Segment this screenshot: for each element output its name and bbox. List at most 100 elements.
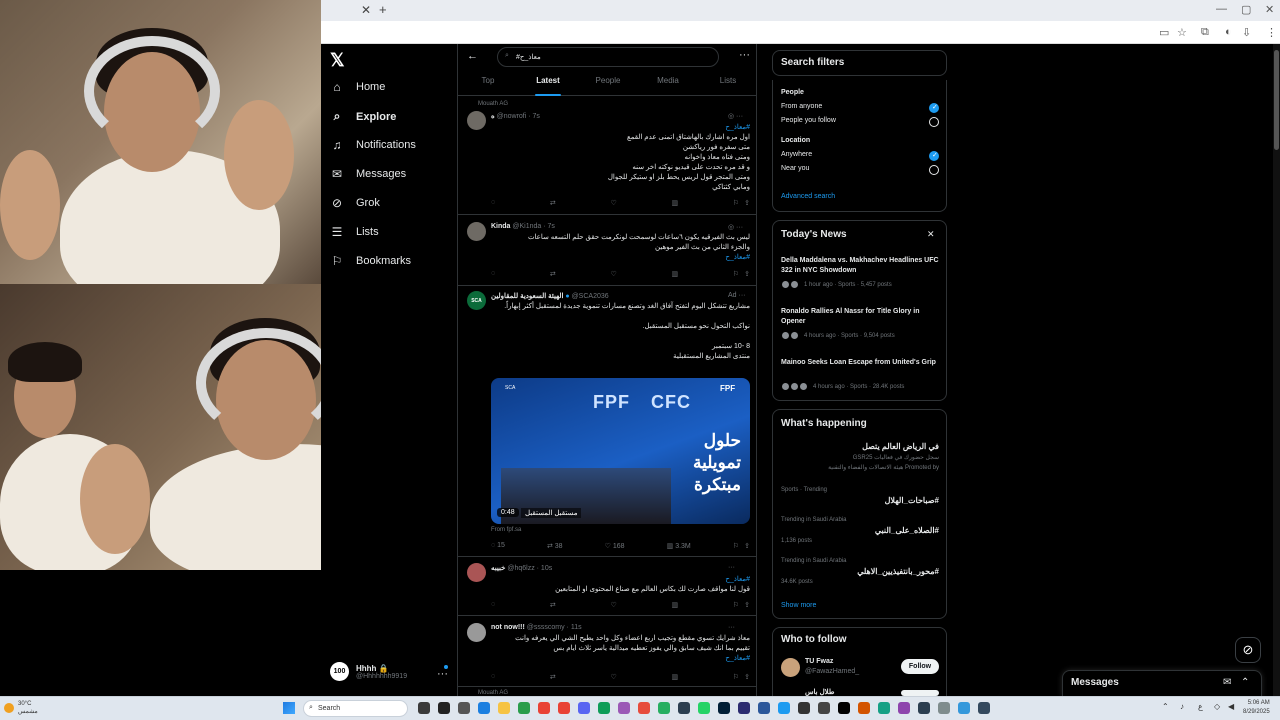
sidebar-item-home[interactable]: ⌂ Home xyxy=(330,80,385,94)
filter-near-you[interactable]: Near you xyxy=(781,165,809,172)
repost-icon[interactable]: ⇄ xyxy=(550,673,556,681)
repost-icon[interactable]: ⇄ xyxy=(550,601,556,609)
app-icon[interactable] xyxy=(978,702,990,714)
app-icon[interactable] xyxy=(918,702,930,714)
clock[interactable]: 5:06 AM 8/29/2025 xyxy=(1243,699,1270,717)
radio-near-you[interactable] xyxy=(929,165,939,175)
radio-people-you-follow[interactable] xyxy=(929,117,939,127)
video-media[interactable]: SCA FPF CFC FPF حلول تمويلية مبتكرة 0:48… xyxy=(491,378,750,524)
start-button[interactable] xyxy=(283,702,295,714)
bookmark-icon[interactable]: ⚐ xyxy=(733,270,739,278)
tweet-author[interactable]: Kinda @Ki1nda · 7s xyxy=(491,223,555,230)
news-item-title[interactable]: Ronaldo Rallies Al Nassr for Title Glory… xyxy=(781,307,941,327)
tweet-author[interactable]: not now!!! @sssscomy · 11s xyxy=(491,624,582,631)
avatar[interactable] xyxy=(781,658,800,677)
filter-anywhere[interactable]: Anywhere xyxy=(781,151,812,158)
repost-button[interactable]: ⇄ 38 xyxy=(547,542,563,550)
follow-name[interactable]: TU Fwaz xyxy=(805,658,833,665)
edge-icon[interactable] xyxy=(478,702,490,714)
views-button[interactable]: ▥ 3.3M xyxy=(667,542,691,550)
reply-button[interactable]: ◌ 15 xyxy=(491,542,505,550)
sidebar-item-lists[interactable]: ☰ Lists xyxy=(330,225,379,239)
bookmark-icon[interactable]: ⚐ xyxy=(733,542,739,550)
radio-anywhere[interactable] xyxy=(929,151,939,161)
terminal-icon[interactable] xyxy=(438,702,450,714)
tweet-author[interactable]: خبيبه @hq6lzz · 10s xyxy=(491,564,552,572)
folder-icon[interactable] xyxy=(498,702,510,714)
more-icon[interactable]: ◎ ··· xyxy=(728,223,743,231)
taskbar-search[interactable]: ⌕ Search xyxy=(303,700,408,717)
tab-top[interactable]: Top xyxy=(458,76,518,96)
download-icon[interactable]: ⇩ xyxy=(1242,26,1251,39)
window-close-icon[interactable]: ✕ xyxy=(1265,3,1274,16)
app-icon[interactable] xyxy=(858,702,870,714)
weather-widget[interactable]: 30°C مشمس xyxy=(4,700,38,716)
like-button[interactable]: ♡ 168 xyxy=(605,542,625,550)
files-icon[interactable] xyxy=(458,702,470,714)
whatsapp-icon[interactable] xyxy=(698,702,710,714)
close-icon[interactable]: ✕ xyxy=(927,229,935,240)
volume-icon[interactable]: ◀ xyxy=(1228,702,1234,711)
star-icon[interactable]: ☆ xyxy=(1177,26,1187,39)
tweet[interactable]: خبيبه @hq6lzz · 10s ··· #معاذ_ح قول لنا … xyxy=(458,558,756,616)
app-icon[interactable] xyxy=(778,702,790,714)
share-icon[interactable]: ⇪ xyxy=(744,673,750,681)
tweet-ad[interactable]: SCA الهيئة السعودية للمقاولين ● @SCA2036… xyxy=(458,287,756,557)
app-icon[interactable] xyxy=(818,702,830,714)
promoted-trend[interactable]: في الرياض العالم يتصل xyxy=(781,442,939,451)
more-icon[interactable]: ··· xyxy=(739,49,750,61)
new-tab-icon[interactable]: + xyxy=(379,2,387,17)
views-icon[interactable]: ▥ xyxy=(671,199,678,207)
back-arrow-icon[interactable]: ← xyxy=(467,50,478,62)
grok-button[interactable]: ⊘ xyxy=(1235,637,1261,663)
premiere-icon[interactable] xyxy=(738,702,750,714)
news-item-title[interactable]: Mainoo Seeks Loan Escape from United's G… xyxy=(781,358,941,368)
avatar[interactable] xyxy=(467,563,486,582)
chevron-up-icon[interactable]: ⌃ xyxy=(1162,702,1169,711)
share-icon[interactable]: ⇪ xyxy=(744,199,750,207)
advanced-search-link[interactable]: Advanced search xyxy=(781,193,835,200)
sidebar-item-grok[interactable]: ⊘ Grok xyxy=(330,196,380,210)
avatar[interactable]: SCA xyxy=(467,291,486,310)
like-icon[interactable]: ♡ xyxy=(610,673,616,681)
bookmark-icon[interactable]: ⚐ xyxy=(733,199,739,207)
more-icon[interactable]: ◎ ··· xyxy=(728,112,743,120)
ad-source[interactable]: From fpf.sa xyxy=(491,527,521,533)
radio-from-anyone[interactable] xyxy=(929,103,939,113)
sidebar-item-notifications[interactable]: ♫ Notifications xyxy=(330,138,416,152)
show-more-link[interactable]: Show more xyxy=(781,602,816,609)
account-switcher[interactable]: 100 Hhhh 🔒 @Hhhhhhh9919 xyxy=(330,662,407,681)
word-icon[interactable] xyxy=(758,702,770,714)
tweet-author[interactable]: الهيئة السعودية للمقاولين ● @SCA2036 xyxy=(491,292,609,300)
chrome-profile-icon[interactable] xyxy=(558,702,570,714)
messages-drawer[interactable]: Messages ✉ ⌃ xyxy=(1062,670,1262,696)
store-icon[interactable] xyxy=(518,702,530,714)
like-icon[interactable]: ♡ xyxy=(610,270,616,278)
avatar[interactable] xyxy=(467,111,486,130)
views-icon[interactable]: ▥ xyxy=(671,673,678,681)
avatar[interactable] xyxy=(467,623,486,642)
more-icon[interactable]: ··· xyxy=(437,668,448,680)
tab-people[interactable]: People xyxy=(578,76,638,96)
follow-name[interactable]: طلال باس xyxy=(805,688,834,696)
app-icon[interactable] xyxy=(938,702,950,714)
trend-name[interactable]: #محور_بانتفيذيين_الاهلي xyxy=(781,567,939,576)
x-app-icon[interactable] xyxy=(838,702,850,714)
microphone-icon[interactable]: ♪ xyxy=(1180,702,1184,711)
reply-icon[interactable]: ◌ xyxy=(491,199,495,207)
maximize-icon[interactable]: ▢ xyxy=(1241,3,1251,16)
tweet[interactable]: Kinda @Ki1nda · 7s ◎ ··· ليس بث الفيرقيه… xyxy=(458,216,756,286)
more-icon[interactable]: ··· xyxy=(728,564,735,571)
steam-icon[interactable] xyxy=(678,702,690,714)
tab-close-icon[interactable]: ✕ xyxy=(361,3,371,17)
minimize-icon[interactable]: — xyxy=(1216,3,1227,15)
like-icon[interactable]: ♡ xyxy=(610,199,616,207)
cast-icon[interactable]: ▭ xyxy=(1159,26,1169,39)
more-icon[interactable]: ··· xyxy=(728,624,735,631)
app-icon[interactable] xyxy=(638,702,650,714)
scrollbar-thumb[interactable] xyxy=(1274,50,1279,150)
share-icon[interactable]: ⇪ xyxy=(744,270,750,278)
tweet[interactable]: Mouath AG ه @nowrofi · 7s ◎ ··· #معاذ_ح … xyxy=(458,97,756,215)
extensions-icon[interactable]: ⧉ xyxy=(1201,26,1209,39)
repost-icon[interactable]: ⇄ xyxy=(550,270,556,278)
